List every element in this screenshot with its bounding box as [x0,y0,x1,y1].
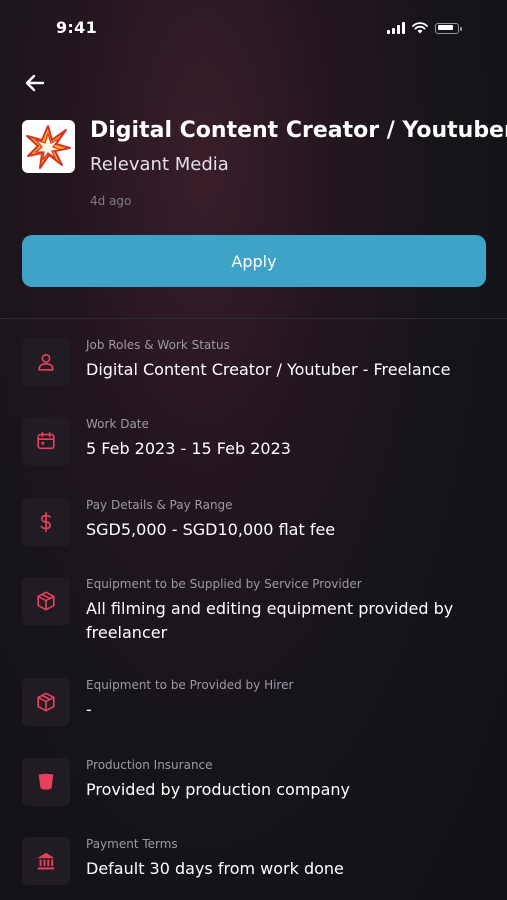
box-icon [22,577,70,625]
apply-button[interactable]: Apply [22,235,486,287]
wifi-icon [412,22,428,34]
shield-icon [22,758,70,806]
detail-value: Default 30 days from work done [86,859,344,878]
detail-value: SGD5,000 - SGD10,000 flat fee [86,520,336,539]
company-name: Relevant Media [90,154,229,175]
detail-value: 5 Feb 2023 - 15 Feb 2023 [86,439,291,458]
status-icons [387,22,462,34]
detail-value: Provided by production company [86,780,350,799]
job-title: Digital Content Creator / Youtuber [90,118,507,143]
back-button[interactable] [22,70,48,96]
detail-label: Pay Details & Pay Range [86,498,233,512]
cellular-signal-icon [387,22,405,34]
status-bar: 9:41 [0,0,507,50]
battery-icon [435,22,462,34]
detail-value: - [86,700,92,719]
user-icon [22,338,70,386]
detail-label: Equipment to be Provided by Hirer [86,678,294,692]
posted-time: 4d ago [90,194,132,208]
divider [0,318,507,319]
calendar-icon [22,417,70,465]
detail-label: Payment Terms [86,837,178,851]
status-time: 9:41 [56,18,97,37]
detail-label: Equipment to be Supplied by Service Prov… [86,577,362,591]
detail-value: Digital Content Creator / Youtuber - Fre… [86,360,451,379]
bank-icon [22,837,70,885]
detail-value: All filming and editing equipment provid… [86,599,454,642]
box-icon [22,678,70,726]
company-logo [22,120,75,173]
dollar-icon [22,498,70,546]
detail-label: Production Insurance [86,758,213,772]
arrow-left-icon [25,74,45,92]
detail-label: Work Date [86,417,149,431]
detail-label: Job Roles & Work Status [86,338,230,352]
